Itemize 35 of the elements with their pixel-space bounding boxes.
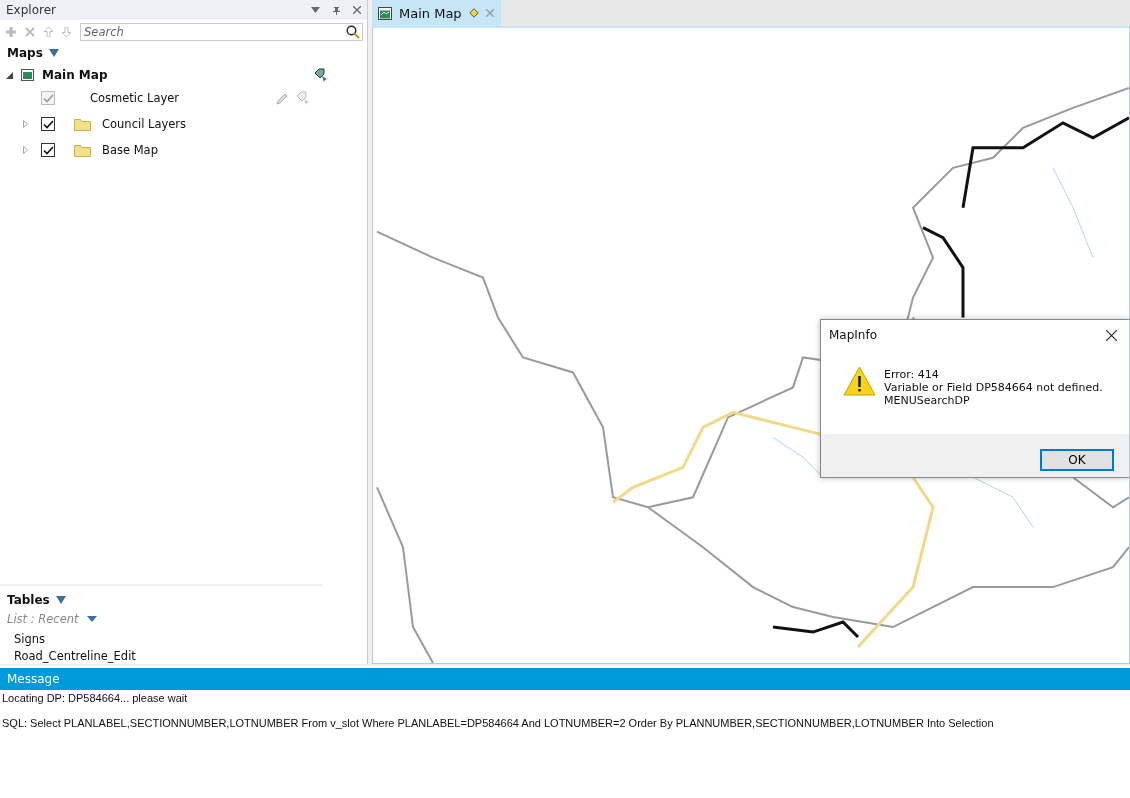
dialog-message: Variable or Field DP584664 not defined. — [884, 381, 1103, 394]
selection-icon[interactable] — [314, 68, 328, 82]
folder-icon — [74, 143, 91, 157]
map-window-icon — [21, 69, 34, 81]
map-window-icon — [378, 6, 392, 20]
checkbox[interactable] — [41, 143, 55, 157]
search-field[interactable]: Search — [80, 23, 363, 41]
pin-icon[interactable] — [332, 5, 341, 15]
tree-item[interactable]: Council Layers — [102, 117, 187, 131]
section-heading: Maps — [7, 46, 43, 60]
dialog-title: MapInfo — [829, 328, 878, 342]
dropdown-icon[interactable] — [86, 616, 97, 622]
dialog-message: Error: 414 — [884, 368, 940, 381]
ok-button[interactable]: OK — [1040, 448, 1114, 471]
folder-icon — [74, 117, 91, 131]
tree-item[interactable]: Base Map — [102, 143, 158, 157]
dropdown-icon[interactable] — [55, 596, 66, 604]
close-icon[interactable] — [1106, 329, 1117, 341]
message-line: Locating DP: DP584664... please wait — [2, 692, 189, 704]
warning-icon — [843, 366, 876, 396]
dialog-message: MENUSearchDP — [884, 394, 971, 407]
document-tab[interactable]: Main Map — [372, 0, 501, 26]
collapse-icon[interactable] — [6, 71, 13, 79]
panel-title: Message — [7, 672, 60, 686]
dropdown-icon[interactable] — [48, 49, 59, 57]
dropdown-icon[interactable] — [311, 7, 320, 13]
list-filter[interactable]: List : Recent — [7, 612, 79, 626]
search-icon[interactable] — [346, 25, 360, 39]
tree-item[interactable]: Main Map — [42, 68, 108, 82]
panel-title: Explorer — [6, 3, 56, 17]
message-line: SQL: Select PLANLABEL,SECTIONNUMBER,LOTNUMBER From v_slot Where PLANLABEL=DP584664 And LOTNUMBER=2 Order By PLANNUMBER,SECTIONNUMBER,LOTNUMBER Into Selection — [2, 717, 995, 729]
table-item[interactable]: Road_Centreline_Edit — [0, 647, 323, 664]
checkbox[interactable] — [41, 117, 55, 131]
section-heading: Tables — [7, 593, 50, 607]
table-item[interactable]: Signs — [0, 630, 323, 647]
